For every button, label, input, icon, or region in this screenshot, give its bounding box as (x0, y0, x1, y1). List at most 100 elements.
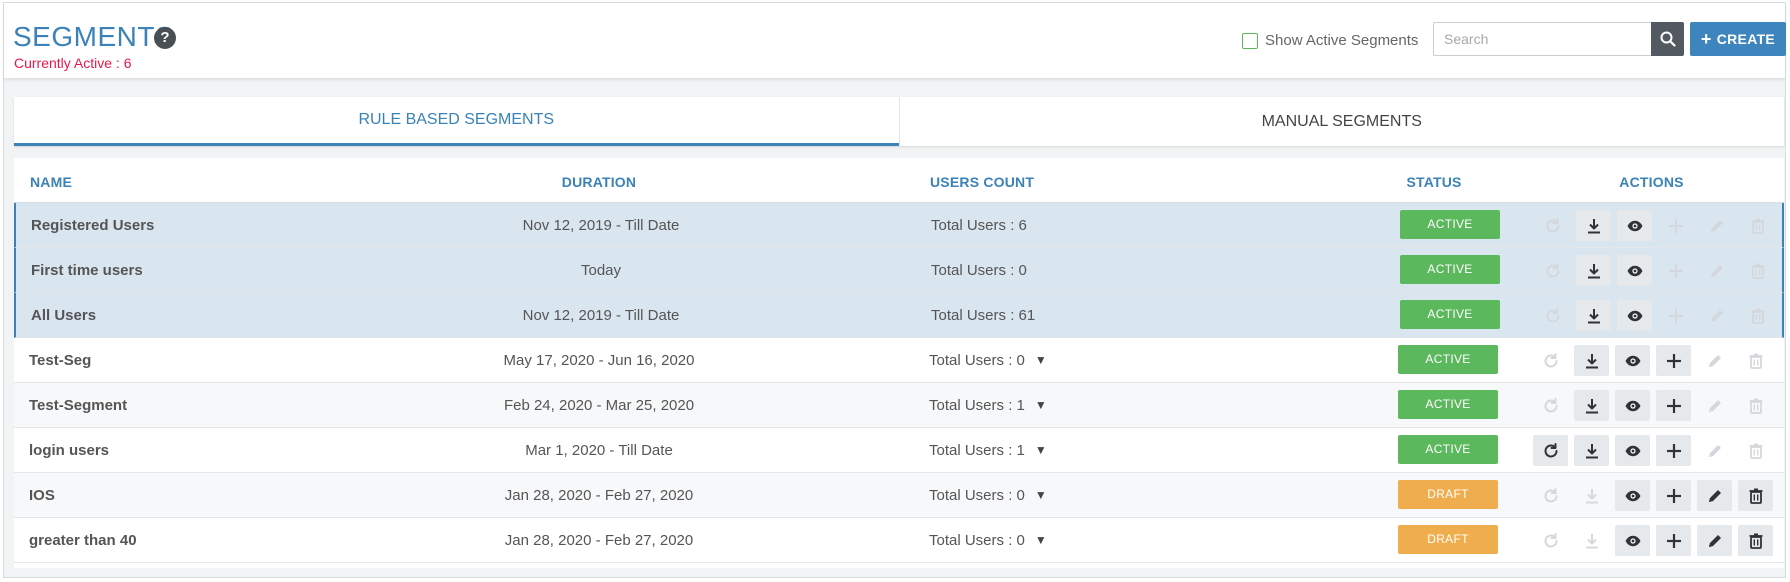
segments-table: NAME DURATION USERS COUNT STATUS ACTIONS… (14, 158, 1784, 568)
refresh-button (1533, 345, 1568, 376)
page-header: SEGMENTS ? Currently Active : 6 Show Act… (4, 3, 1786, 79)
help-icon[interactable]: ? (154, 27, 176, 49)
delete-button[interactable] (1738, 480, 1773, 511)
segment-duration: Nov 12, 2019 - Till Date (522, 217, 680, 234)
view-button[interactable] (1617, 210, 1652, 241)
table-row[interactable]: Registered Users Nov 12, 2019 - Till Date… (14, 203, 1784, 248)
view-button[interactable] (1615, 435, 1650, 466)
edit-icon (1710, 309, 1723, 322)
delete-icon (1751, 308, 1764, 324)
delete-button (1740, 255, 1775, 286)
segment-duration: Jan 28, 2020 - Feb 27, 2020 (504, 532, 694, 549)
table-row[interactable]: First time users Today Total Users : 0 ACTI… (14, 248, 1784, 293)
header-name[interactable]: NAME (30, 174, 72, 190)
delete-button[interactable] (1738, 525, 1773, 556)
add-button (1658, 300, 1693, 331)
edit-button (1699, 210, 1734, 241)
row-actions (1533, 480, 1773, 511)
users-count-text: Total Users : 0 (929, 352, 1025, 369)
download-icon (1585, 533, 1598, 548)
view-button[interactable] (1617, 300, 1652, 331)
row-actions (1535, 255, 1775, 286)
table-row[interactable]: greater than 40 Jan 28, 2020 - Feb 27, 20… (14, 518, 1784, 563)
page-title: SEGMENTS (13, 21, 175, 52)
view-icon (1625, 355, 1640, 366)
download-button[interactable] (1574, 345, 1609, 376)
view-icon (1625, 490, 1640, 501)
show-active-checkbox[interactable] (1242, 32, 1258, 49)
segment-users-count: Total Users : 0 ▼ (929, 338, 1047, 383)
chevron-down-icon[interactable]: ▼ (1035, 473, 1047, 518)
add-button[interactable] (1656, 435, 1691, 466)
table-row[interactable]: Test-Segment Feb 24, 2020 - Mar 25, 2020 T… (14, 383, 1784, 428)
add-icon (1666, 443, 1681, 458)
segment-name[interactable]: Test-Seg (29, 338, 91, 383)
table-row[interactable]: All Users Nov 12, 2019 - Till Date Total U… (14, 293, 1784, 338)
users-count-text: Total Users : 61 (931, 307, 1036, 324)
refresh-button (1533, 390, 1568, 421)
tab-rule-based-segments[interactable]: RULE BASED SEGMENTS (14, 97, 899, 146)
add-button (1658, 210, 1693, 241)
edit-button[interactable] (1697, 480, 1732, 511)
view-button[interactable] (1615, 480, 1650, 511)
header-duration[interactable]: DURATION (424, 174, 774, 190)
search-input[interactable] (1433, 22, 1652, 56)
edit-button (1697, 390, 1732, 421)
view-button[interactable] (1617, 255, 1652, 286)
table-header: NAME DURATION USERS COUNT STATUS ACTIONS (14, 158, 1784, 203)
segment-name[interactable]: Registered Users (31, 203, 154, 248)
table-row[interactable]: login users Mar 1, 2020 - Till Date Total … (14, 428, 1784, 473)
status-badge: ACTIVE (1398, 435, 1498, 464)
segment-name[interactable]: First time users (31, 248, 143, 293)
add-button[interactable] (1656, 480, 1691, 511)
segment-name[interactable]: Test-Segment (29, 383, 127, 428)
edit-button (1697, 435, 1732, 466)
download-button[interactable] (1576, 255, 1611, 286)
search-button[interactable] (1651, 22, 1684, 56)
users-count-text: Total Users : 0 (931, 262, 1027, 279)
download-icon (1585, 488, 1598, 503)
add-icon (1666, 533, 1681, 548)
segment-name[interactable]: All Users (31, 293, 96, 338)
add-button[interactable] (1656, 345, 1691, 376)
delete-button (1738, 390, 1773, 421)
chevron-down-icon[interactable]: ▼ (1035, 383, 1047, 428)
users-count-text: Total Users : 0 (929, 487, 1025, 504)
view-icon (1625, 535, 1640, 546)
edit-button[interactable] (1697, 525, 1732, 556)
add-icon (1668, 218, 1683, 233)
download-button[interactable] (1574, 390, 1609, 421)
chevron-down-icon[interactable]: ▼ (1035, 338, 1047, 383)
table-row[interactable]: Test-Seg May 17, 2020 - Jun 16, 2020 Total… (14, 338, 1784, 383)
segment-duration: May 17, 2020 - Jun 16, 2020 (503, 352, 695, 369)
view-button[interactable] (1615, 390, 1650, 421)
segment-duration: Feb 24, 2020 - Mar 25, 2020 (503, 397, 695, 414)
refresh-button[interactable] (1533, 435, 1568, 466)
users-count-text: Total Users : 1 (929, 442, 1025, 459)
segment-name[interactable]: login users (29, 428, 109, 473)
add-button[interactable] (1656, 525, 1691, 556)
segment-users-count: Total Users : 0 ▼ (929, 518, 1047, 563)
tab-manual-segments[interactable]: MANUAL SEGMENTS (898, 97, 1785, 146)
create-button[interactable]: + CREATE (1690, 22, 1786, 56)
download-button[interactable] (1576, 210, 1611, 241)
chevron-down-icon[interactable]: ▼ (1035, 428, 1047, 473)
header-status[interactable]: STATUS (1364, 174, 1504, 190)
segment-name[interactable]: greater than 40 (29, 518, 137, 563)
table-row[interactable]: IOS Jan 28, 2020 - Feb 27, 2020 Total User… (14, 473, 1784, 518)
segment-name[interactable]: IOS (29, 473, 55, 518)
search-icon (1660, 31, 1676, 47)
app-frame: SEGMENTS ? Currently Active : 6 Show Act… (3, 2, 1786, 578)
add-button[interactable] (1656, 390, 1691, 421)
row-actions (1535, 300, 1775, 331)
download-button[interactable] (1574, 435, 1609, 466)
segment-duration: Today (580, 262, 622, 279)
view-icon (1625, 445, 1640, 456)
header-users-count[interactable]: USERS COUNT (930, 174, 1034, 190)
view-button[interactable] (1615, 345, 1650, 376)
chevron-down-icon[interactable]: ▼ (1035, 518, 1047, 563)
row-actions (1533, 435, 1773, 466)
view-button[interactable] (1615, 525, 1650, 556)
show-active-segments-toggle[interactable]: Show Active Segments (1242, 32, 1418, 49)
download-button[interactable] (1576, 300, 1611, 331)
